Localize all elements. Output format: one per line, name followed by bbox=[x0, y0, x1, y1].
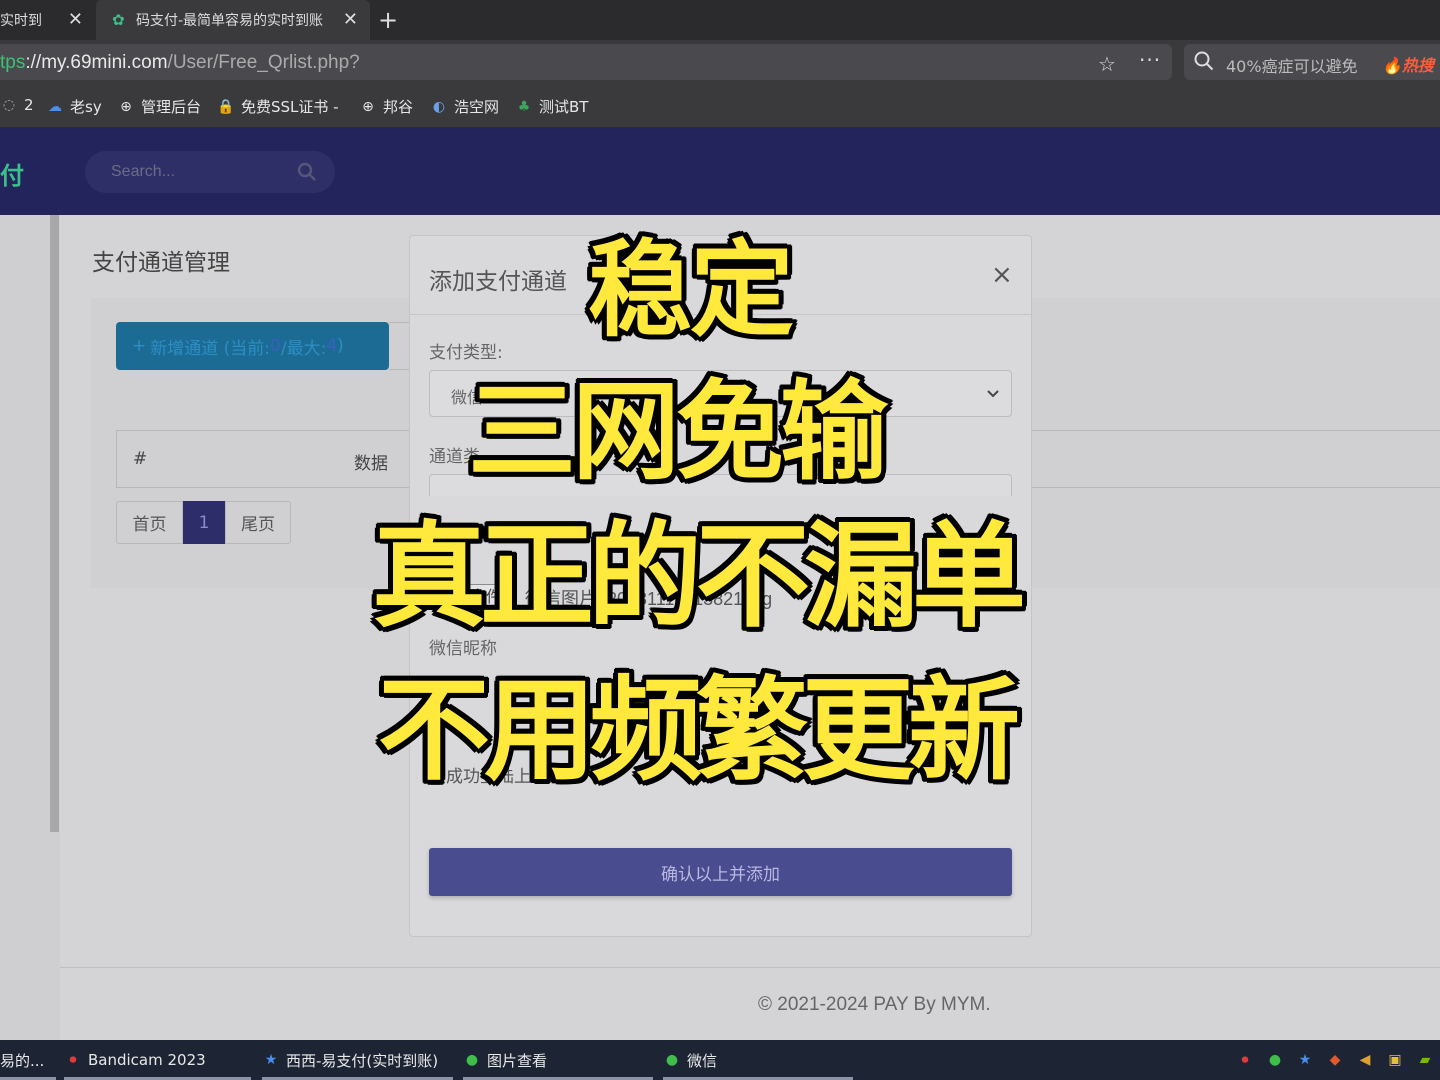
url-protocol: tps bbox=[0, 52, 26, 73]
bookmark-label: 测试BT bbox=[539, 98, 589, 116]
star-icon[interactable]: ★ bbox=[1296, 1051, 1314, 1069]
modal-title: 添加支付通道 bbox=[429, 269, 567, 295]
bookmark-item[interactable]: ⊕ 邦谷 bbox=[359, 96, 413, 117]
site-navbar: 付 bbox=[0, 128, 1440, 215]
overlay-caption-3: 真正的不漏单 bbox=[372, 510, 1026, 643]
bookmark-item[interactable]: 🔒 免费SSL证书 - bbox=[217, 96, 339, 117]
bookmark-label: 管理后台 bbox=[141, 98, 202, 116]
bookmark-item[interactable]: ◐ 浩空网 bbox=[430, 96, 499, 117]
bookmark-star-icon[interactable]: ☆ bbox=[1098, 52, 1116, 76]
close-icon[interactable]: × bbox=[991, 260, 1013, 290]
bookmark-item[interactable]: ♣ 测试BT bbox=[515, 96, 589, 117]
chat-icon: ◌ bbox=[2, 97, 16, 113]
bird-icon: ◐ bbox=[432, 98, 446, 115]
taskbar: 易的... ⏺ Bandicam 2023 ★ 西西-易支付(实时到账) ● 图片查看… bbox=[0, 1040, 1440, 1080]
speaker-icon[interactable]: ◀ bbox=[1356, 1051, 1374, 1069]
max-count: 4 bbox=[326, 336, 338, 356]
taskbar-item[interactable]: 易的... bbox=[0, 1040, 56, 1080]
bookmark-label: 2 bbox=[24, 96, 34, 114]
bookmark-label: 浩空网 bbox=[454, 98, 500, 116]
taskbar-label: 微信 bbox=[687, 1051, 718, 1070]
bookmark-item[interactable]: ◌ 2 bbox=[0, 96, 34, 114]
hot-search-label[interactable]: 🔥热搜 bbox=[1382, 52, 1434, 76]
search-suggestion: 40%癌症可以避免 bbox=[1226, 57, 1358, 76]
globe-icon: ⊕ bbox=[362, 98, 374, 115]
app-icon[interactable]: ◆ bbox=[1326, 1051, 1344, 1069]
pagination: 首页 1 尾页 bbox=[116, 501, 291, 544]
lock-icon: 🔒 bbox=[217, 98, 235, 115]
taskbar-item[interactable]: ● 图片查看 bbox=[463, 1040, 653, 1080]
secondary-button[interactable] bbox=[389, 322, 411, 370]
confirm-add-button[interactable]: 确认以上并添加 bbox=[429, 848, 1012, 896]
add-button-label-end: ) bbox=[337, 336, 344, 356]
taskbar-label: Bandicam 2023 bbox=[88, 1051, 206, 1069]
plus-icon: + bbox=[132, 336, 147, 356]
close-icon[interactable]: ✕ bbox=[68, 9, 83, 30]
column-header: # bbox=[133, 449, 148, 469]
sidebar-scrollbar[interactable] bbox=[50, 215, 59, 832]
record-icon[interactable]: ⏺ bbox=[1236, 1051, 1254, 1069]
nvidia-icon[interactable]: ▰ bbox=[1416, 1051, 1434, 1069]
chevron-down-icon bbox=[987, 390, 999, 398]
taskbar-item[interactable]: ⏺ Bandicam 2023 bbox=[64, 1040, 251, 1080]
bookmark-item[interactable]: ☁ 老sy bbox=[46, 96, 102, 117]
last-page-button[interactable]: 尾页 bbox=[225, 501, 291, 544]
folder-icon[interactable]: ▣ bbox=[1386, 1051, 1404, 1069]
footer-copyright: © 2021-2024 PAY By MYM. bbox=[758, 994, 991, 1015]
browser-tab-bar: 实时到 ✕ ✿ 码支付-最简单容易的实时到账 ✕ + bbox=[0, 0, 1440, 40]
bookmark-label: 老sy bbox=[70, 98, 102, 116]
url-path: /User/Free_Qrlist.php? bbox=[167, 52, 360, 73]
overlay-caption-1: 稳定 bbox=[588, 229, 794, 351]
wechat-icon: ● bbox=[665, 1052, 679, 1068]
record-icon: ⏺ bbox=[69, 1052, 77, 1068]
page-number-button[interactable]: 1 bbox=[183, 501, 225, 544]
cloud-icon: ☁ bbox=[48, 98, 62, 115]
globe-icon: ⊕ bbox=[120, 98, 132, 115]
taskbar-label: 西西-易支付(实时到账) bbox=[286, 1051, 439, 1070]
address-bar[interactable]: tps://my.69mini.com/User/Free_Qrlist.php… bbox=[0, 44, 1172, 80]
wechat-icon[interactable]: ● bbox=[1266, 1051, 1284, 1069]
url-text[interactable]: tps://my.69mini.com/User/Free_Qrlist.php… bbox=[0, 52, 360, 74]
browser-search-box[interactable]: 40%癌症可以避免 🔥热搜 bbox=[1184, 44, 1440, 80]
column-header: 数据 bbox=[354, 454, 388, 474]
overlay-caption-2: 三网免输 bbox=[468, 370, 888, 495]
overlay-caption-4: 不用频繁更新 bbox=[378, 666, 1020, 796]
more-menu-icon[interactable]: ··· bbox=[1139, 48, 1161, 72]
add-button-label-mid: /最大: bbox=[280, 338, 327, 359]
first-page-button[interactable]: 首页 bbox=[116, 501, 183, 544]
new-tab-icon[interactable]: + bbox=[378, 6, 398, 34]
url-host: ://my.69mini.com bbox=[25, 52, 168, 73]
add-channel-button[interactable]: + 新增通道 (当前: 0/最大: 4) bbox=[116, 322, 389, 370]
taskbar-label: 易的... bbox=[0, 1051, 45, 1070]
current-count: 0 bbox=[270, 336, 281, 356]
close-icon[interactable]: ✕ bbox=[343, 9, 358, 30]
bookmarks-bar: ◌ 2 ☁ 老sy ⊕ 管理后台 🔒 免费SSL证书 - ⊕ 邦谷 ◐ 浩空网 ♣ 测试BT bbox=[0, 84, 1440, 128]
bookmark-item[interactable]: ⊕ 管理后台 bbox=[117, 96, 201, 117]
brand-logo[interactable]: 付 bbox=[0, 156, 24, 191]
search-icon[interactable] bbox=[297, 162, 317, 182]
table-divider bbox=[116, 431, 117, 487]
browser-tab[interactable]: 实时到 ✕ bbox=[0, 0, 95, 40]
browser-tab-active[interactable]: ✿ 码支付-最简单容易的实时到账 ✕ bbox=[96, 0, 370, 40]
taskbar-item[interactable]: ● 微信 bbox=[663, 1040, 853, 1080]
footer-divider bbox=[60, 967, 1440, 968]
address-row: tps://my.69mini.com/User/Free_Qrlist.php… bbox=[0, 40, 1440, 84]
taskbar-item[interactable]: ★ 西西-易支付(实时到账) bbox=[262, 1040, 453, 1080]
add-button-label: 新增通道 (当前: bbox=[150, 338, 271, 359]
bookmark-label: 邦谷 bbox=[383, 98, 414, 116]
hot-label-text: 热搜 bbox=[1401, 56, 1434, 75]
tab-title: 实时到 bbox=[0, 13, 42, 29]
leaf-icon: ♣ bbox=[517, 98, 531, 115]
bookmark-label: 免费SSL证书 - bbox=[241, 98, 339, 116]
wechat-icon: ● bbox=[465, 1052, 479, 1068]
site-favicon-icon: ✿ bbox=[112, 11, 125, 29]
taskbar-label: 图片查看 bbox=[487, 1051, 548, 1070]
search-icon bbox=[1194, 51, 1214, 71]
fire-icon: 🔥 bbox=[1382, 56, 1402, 75]
tab-title: 码支付-最简单容易的实时到账 bbox=[136, 13, 324, 29]
page-title: 支付通道管理 bbox=[92, 250, 230, 276]
star-icon: ★ bbox=[264, 1052, 278, 1068]
